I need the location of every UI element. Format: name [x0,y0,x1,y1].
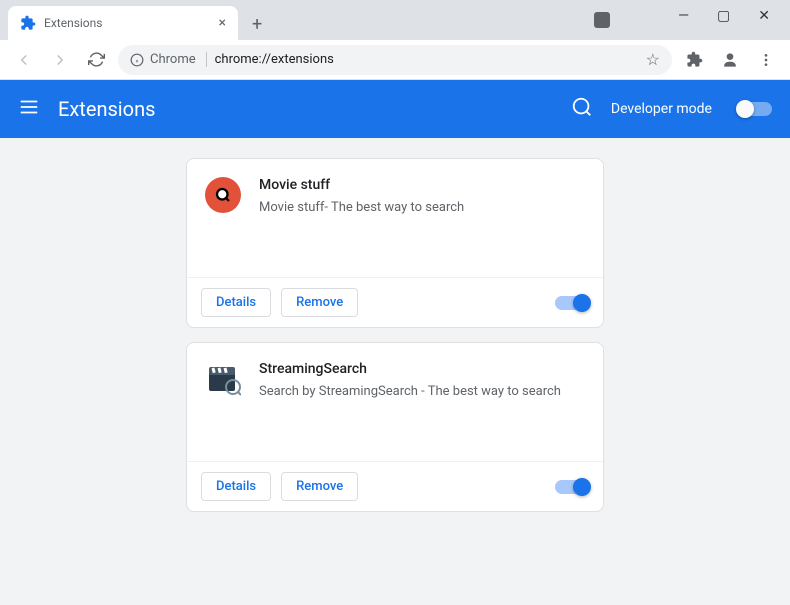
details-button[interactable]: Details [201,288,271,317]
extension-card: StreamingSearch Search by StreamingSearc… [186,342,604,512]
window-controls: — ▢ ✕ [658,0,790,32]
developer-mode-toggle[interactable] [738,102,772,116]
remove-button[interactable]: Remove [281,472,358,501]
browser-tab[interactable]: Extensions × [8,6,238,40]
minimize-icon[interactable]: — [678,8,689,24]
extension-card-footer: Details Remove [187,461,603,511]
shield-icon[interactable] [594,12,610,28]
remove-button[interactable]: Remove [281,288,358,317]
details-button[interactable]: Details [201,472,271,501]
extension-card-body: Movie stuff Movie stuff- The best way to… [187,159,603,277]
hamburger-menu-icon[interactable] [18,96,40,122]
extension-icon [205,177,241,213]
omnibox[interactable]: Chrome chrome://extensions ☆ [118,45,672,75]
developer-mode-label: Developer mode [611,101,712,117]
extension-name: StreamingSearch [259,361,585,377]
bookmark-star-icon[interactable]: ☆ [646,50,660,69]
menu-dots-icon[interactable] [752,46,780,74]
search-icon[interactable] [571,96,593,122]
profile-avatar-icon[interactable] [716,46,744,74]
omnibox-url: chrome://extensions [215,52,638,67]
extension-card-footer: Details Remove [187,277,603,327]
new-tab-button[interactable]: + [248,10,266,39]
maximize-icon[interactable]: ▢ [717,8,730,24]
reload-button[interactable] [82,46,110,74]
extension-text: Movie stuff Movie stuff- The best way to… [259,177,585,259]
extensions-puzzle-icon[interactable] [680,46,708,74]
tab-title: Extensions [44,16,211,30]
extension-description: Movie stuff- The best way to search [259,199,585,217]
extension-card: Movie stuff Movie stuff- The best way to… [186,158,604,328]
omnibox-security-chip: Chrome [130,52,207,67]
extension-card-body: StreamingSearch Search by StreamingSearc… [187,343,603,461]
extension-name: Movie stuff [259,177,585,193]
extension-description: Search by StreamingSearch - The best way… [259,383,585,401]
forward-button[interactable] [46,46,74,74]
close-tab-icon[interactable]: × [219,15,226,31]
extension-puzzle-icon [20,15,36,31]
close-window-icon[interactable]: ✕ [758,8,770,24]
extensions-list: Movie stuff Movie stuff- The best way to… [0,138,790,605]
extension-text: StreamingSearch Search by StreamingSearc… [259,361,585,443]
extension-icon [205,361,241,397]
extension-toggle[interactable] [555,296,589,310]
page-title: Extensions [58,97,553,121]
extensions-header: Extensions Developer mode [0,80,790,138]
extension-toggle[interactable] [555,480,589,494]
back-button[interactable] [10,46,38,74]
browser-toolbar: Chrome chrome://extensions ☆ [0,40,790,80]
